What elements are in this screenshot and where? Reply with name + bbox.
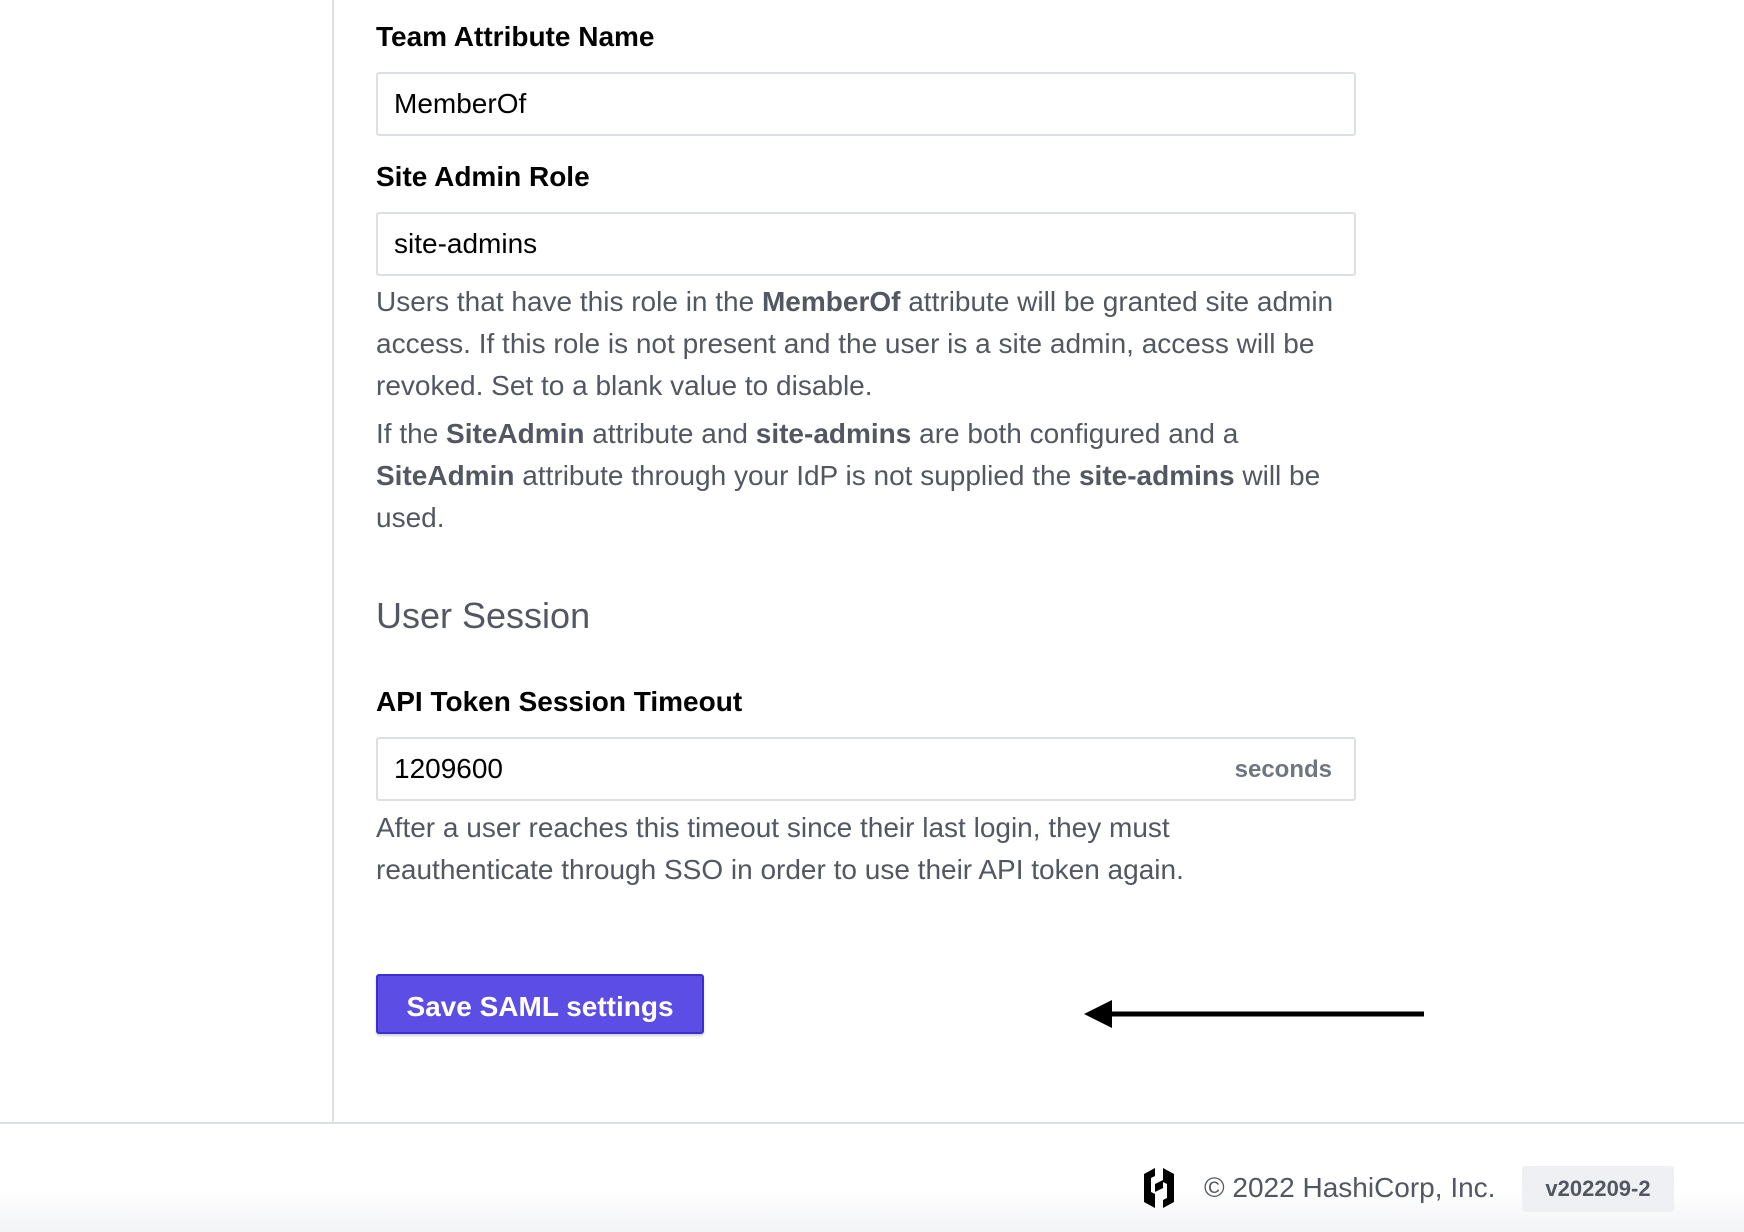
save-saml-settings-button[interactable]: Save SAML settings [376,974,704,1034]
site-admin-attribute-emphasis: SiteAdmin [376,460,515,491]
team-attribute-name-label: Team Attribute Name [376,21,655,52]
member-of-emphasis: MemberOf [761,286,901,317]
site-admin-role-input[interactable]: site-admins [376,212,1356,276]
site-admins-role-emphasis: site-admins [1078,460,1235,491]
site-admin-role-label: Site Admin Role [376,161,590,192]
api-token-session-timeout-input[interactable]: 1209600 seconds [376,737,1356,801]
site-admin-role-value: site-admins [394,228,538,259]
copyright-text: © 2022 HashiCorp, Inc. [1204,1172,1496,1203]
site-admin-precedence-help: If the SiteAdmin attribute and site-admi… [376,418,1321,533]
site-admins-role-emphasis: site-admins [755,418,912,449]
user-session-heading: User Session [376,595,591,636]
api-token-session-timeout-help: After a user reaches this timeout since … [376,812,1184,885]
team-attribute-name-value: MemberOf [394,88,527,119]
site-admin-attribute-emphasis: SiteAdmin [446,418,585,449]
team-attribute-name-input[interactable]: MemberOf [376,72,1356,136]
api-token-session-timeout-value: 1209600 [394,753,504,784]
seconds-unit-label: seconds [1234,756,1332,783]
api-token-session-timeout-label: API Token Session Timeout [376,686,743,717]
hashicorp-logo-icon [1144,1168,1174,1208]
sidebar-divider [332,0,334,1122]
version-badge: v202209-2 [1522,1166,1674,1212]
site-admin-role-help: Users that have this role in the MemberO… [376,286,1334,401]
footer: © 2022 HashiCorp, Inc. v202209-2 [0,1122,1744,1232]
pointer-arrow-icon [1084,1000,1424,1028]
